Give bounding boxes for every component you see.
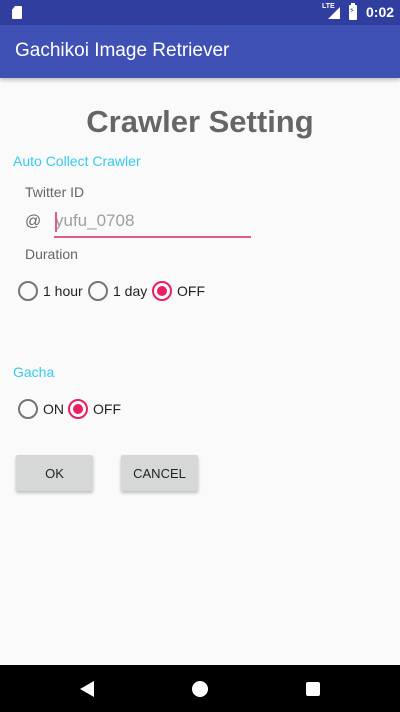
app-title: Gachikoi Image Retriever — [15, 40, 230, 61]
text-cursor — [55, 212, 57, 232]
radio-label: ON — [43, 401, 64, 417]
status-bar: LTE 0:02 — [0, 0, 400, 25]
gacha-radio-on[interactable]: ON — [18, 397, 64, 421]
network-type: LTE — [322, 3, 335, 10]
battery-icon — [349, 3, 357, 20]
radio-label: OFF — [177, 283, 205, 299]
auto-collect-section-label: Auto Collect Crawler — [13, 153, 141, 169]
radio-label: 1 day — [113, 283, 148, 299]
back-icon[interactable] — [80, 681, 94, 697]
gacha-section-label: Gacha — [13, 364, 55, 380]
radio-circle — [18, 399, 38, 419]
cancel-button[interactable]: CANCEL — [121, 455, 198, 491]
ok-button[interactable]: OK — [16, 455, 93, 491]
recents-icon[interactable] — [306, 682, 320, 696]
sd-card-icon — [12, 6, 22, 19]
duration-radio-1-day[interactable]: 1 day — [88, 279, 147, 303]
home-icon[interactable] — [192, 681, 208, 697]
radio-label: 1 hour — [43, 283, 83, 299]
radio-label: OFF — [93, 401, 121, 417]
at-prefix: @ — [25, 213, 42, 230]
gacha-radio-off[interactable]: OFF — [68, 397, 121, 421]
duration-radio-1-hour[interactable]: 1 hour — [18, 279, 83, 303]
duration-label: Duration — [25, 246, 78, 262]
radio-circle — [88, 281, 108, 301]
radio-circle — [18, 281, 38, 301]
twitter-id-input[interactable] — [54, 206, 251, 238]
duration-radio-off[interactable]: OFF — [152, 279, 205, 303]
radio-circle — [152, 281, 172, 301]
radio-circle — [68, 399, 88, 419]
twitter-id-label: Twitter ID — [25, 184, 85, 200]
page-title: Crawler Setting — [86, 104, 314, 139]
navigation-bar — [0, 665, 400, 712]
status-clock: 0:02 — [366, 4, 395, 20]
app-bar: Gachikoi Image Retriever — [0, 25, 400, 78]
